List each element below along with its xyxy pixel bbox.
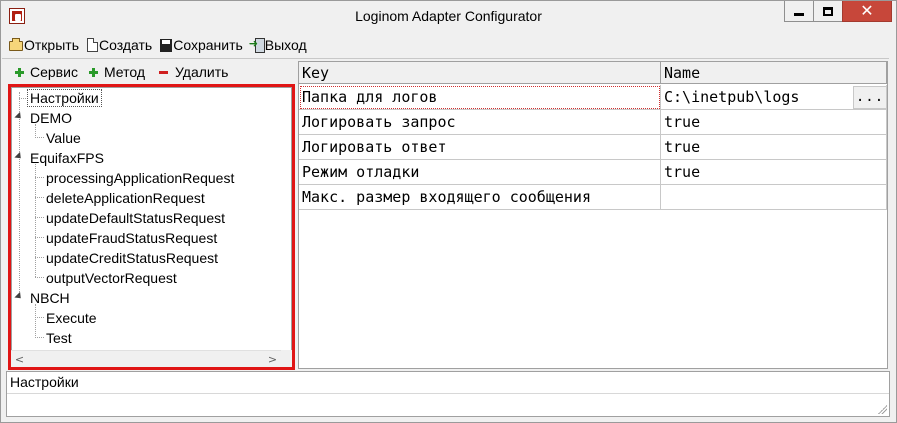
column-header-name[interactable]: Name — [661, 62, 887, 84]
add-service-label: Сервис — [30, 64, 78, 80]
resize-grip-icon[interactable] — [877, 404, 887, 414]
menu-open-label: Открыть — [24, 37, 79, 53]
property-key-cell[interactable]: Логировать запрос — [299, 110, 661, 135]
property-value-cell[interactable]: true — [661, 160, 887, 185]
window-title: Loginom Adapter Configurator — [355, 8, 542, 24]
menu-save[interactable]: Сохранить — [160, 34, 251, 56]
property-key-cell[interactable]: Логировать ответ — [299, 135, 661, 160]
close-icon: ✕ — [860, 1, 874, 20]
maximize-button[interactable] — [813, 1, 842, 22]
plus-icon — [15, 67, 24, 77]
add-method-label: Метод — [103, 64, 145, 80]
delete-button[interactable]: Удалить — [156, 64, 228, 80]
description-panel: Настройки — [6, 371, 890, 417]
property-key-cell[interactable]: Режим отладки — [299, 160, 661, 185]
menu-divider — [2, 58, 889, 59]
menu-open[interactable]: Открыть — [9, 34, 87, 56]
save-disk-icon — [160, 38, 173, 52]
title-bar[interactable]: Loginom Adapter Configurator ✕ — [1, 1, 896, 32]
description-divider — [7, 393, 889, 394]
add-service-button[interactable]: Сервис — [15, 64, 78, 80]
property-grid[interactable]: Key Name Папка для логов C:\inetpub\logs… — [298, 61, 888, 369]
menu-create-label: Создать — [98, 37, 153, 53]
table-row[interactable]: Режим отладки true — [299, 160, 887, 185]
add-method-button[interactable]: Метод — [88, 64, 145, 80]
close-button[interactable]: ✕ — [842, 1, 892, 22]
menu-exit[interactable]: Выход — [249, 34, 315, 56]
property-key-cell[interactable]: Макс. размер входящего сообщения — [299, 185, 661, 210]
table-row[interactable]: Логировать запрос true — [299, 110, 887, 135]
minimize-button[interactable] — [784, 1, 813, 22]
app-window: Loginom Adapter Configurator ✕ Открыть С… — [0, 0, 897, 423]
menu-bar: Открыть Создать Сохранить Выход — [9, 34, 315, 56]
menu-exit-label: Выход — [264, 37, 307, 53]
table-row[interactable]: Папка для логов C:\inetpub\logs ... — [299, 85, 887, 110]
table-row[interactable]: Макс. размер входящего сообщения — [299, 185, 887, 210]
menu-create[interactable]: Создать — [86, 34, 160, 56]
description-text: Настройки — [10, 374, 79, 390]
exit-door-icon — [249, 37, 265, 53]
open-folder-icon — [9, 38, 23, 51]
property-value-cell[interactable] — [661, 185, 887, 210]
browse-folder-button[interactable]: ... — [853, 86, 887, 109]
maximize-icon — [823, 6, 833, 16]
tree-toolbar: Сервис Метод Удалить — [15, 62, 239, 82]
column-header-key[interactable]: Key — [299, 62, 661, 84]
minus-icon — [159, 70, 168, 74]
property-value-cell[interactable]: true — [661, 110, 887, 135]
minimize-icon — [794, 12, 804, 16]
table-row[interactable]: Логировать ответ true — [299, 135, 887, 160]
property-key-cell[interactable]: Папка для логов — [299, 85, 661, 110]
grid-header: Key Name — [299, 62, 887, 84]
menu-save-label: Сохранить — [173, 37, 243, 53]
delete-label: Удалить — [175, 64, 229, 80]
new-document-icon — [86, 38, 98, 52]
plus-icon — [88, 67, 98, 77]
tree-highlight-frame — [8, 84, 295, 370]
property-value-cell[interactable]: true — [661, 135, 887, 160]
